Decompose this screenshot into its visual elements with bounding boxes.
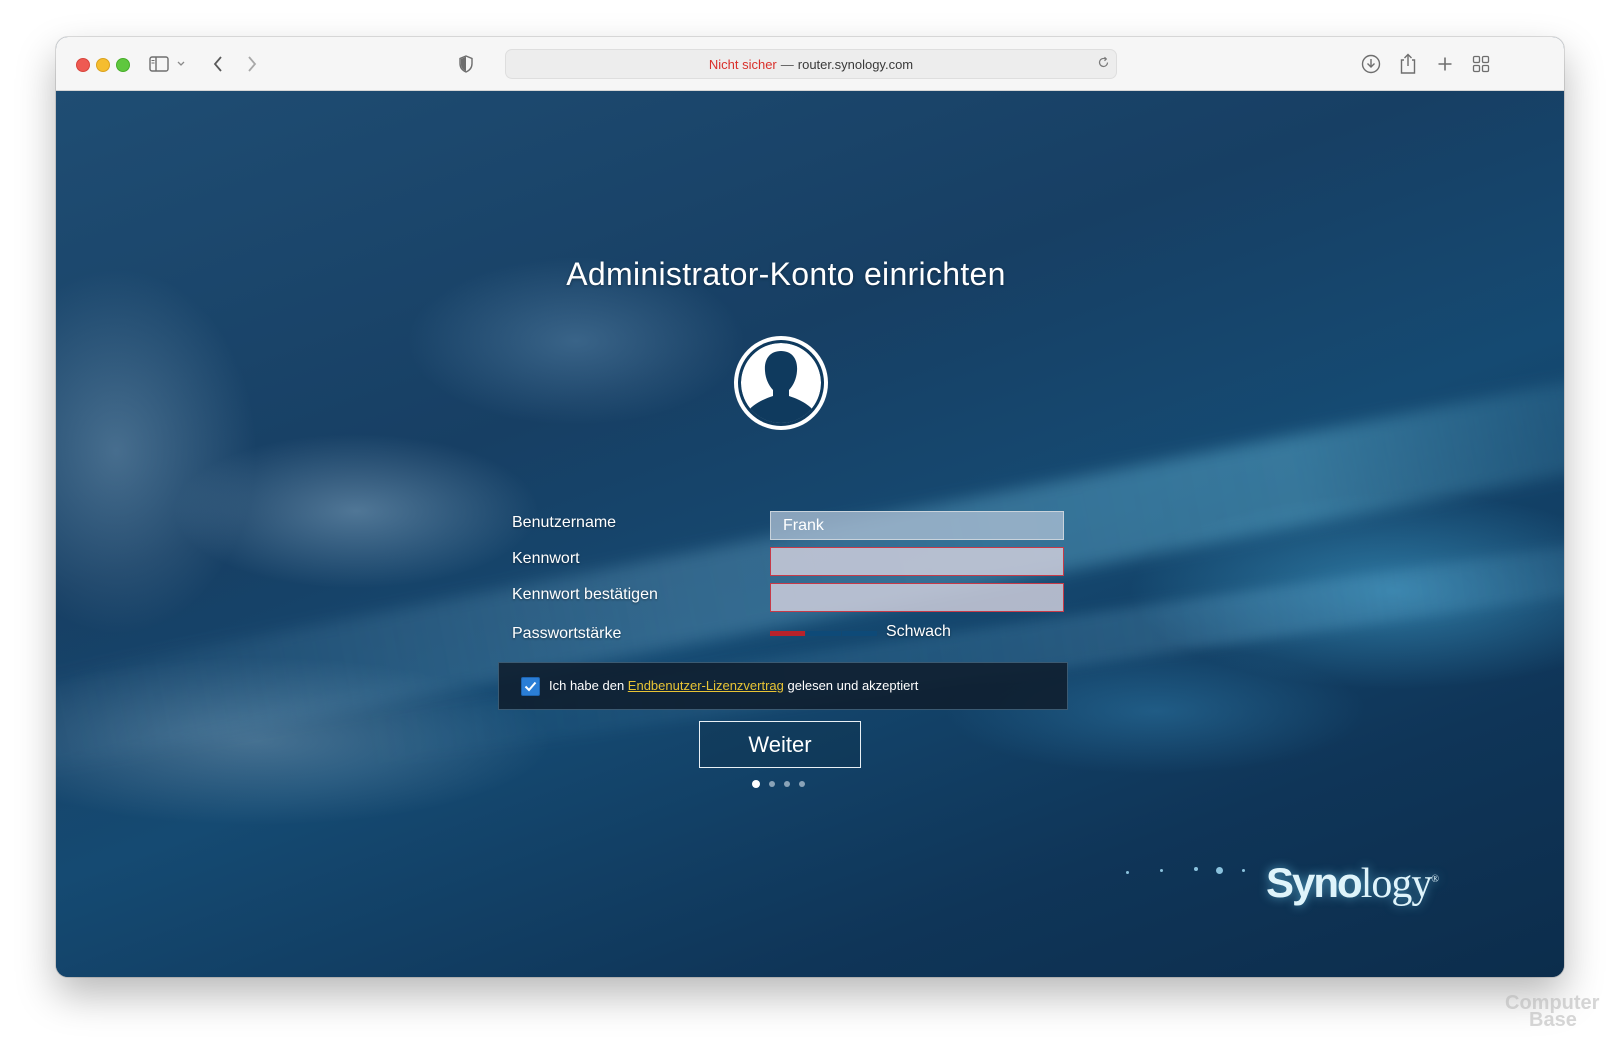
reload-icon[interactable]	[1097, 56, 1110, 72]
step-dot-active	[752, 780, 760, 788]
password-strength-bar	[770, 631, 877, 636]
not-secure-label: Nicht sicher	[708, 56, 777, 72]
username-label: Benutzername	[512, 514, 617, 531]
privacy-shield-icon[interactable]	[454, 52, 478, 76]
back-icon[interactable]	[206, 52, 230, 76]
license-text: Ich habe den Endbenutzer-Lizenzvertrag g…	[549, 678, 918, 693]
password-strength-value: Schwach	[886, 623, 951, 640]
user-avatar-icon	[732, 334, 830, 432]
strength-segment	[770, 631, 805, 636]
step-indicator	[752, 780, 805, 788]
sparkle	[1216, 867, 1223, 874]
sparkle	[1242, 869, 1245, 872]
password-strength-label: Passwortstärke	[512, 625, 622, 642]
share-icon[interactable]	[1396, 52, 1420, 76]
url-separator: —	[780, 56, 794, 72]
next-button[interactable]: Weiter	[699, 721, 861, 768]
sparkle	[1194, 867, 1198, 871]
minimize-window-button[interactable]	[96, 58, 110, 72]
synology-logo: Synology®	[1266, 859, 1439, 908]
address-bar[interactable]: Nicht sicher — router.synology.com	[505, 49, 1117, 79]
browser-toolbar: Nicht sicher — router.synology.com	[56, 37, 1564, 91]
username-input[interactable]	[770, 511, 1064, 540]
computerbase-watermark: Computer Base	[1505, 993, 1599, 1031]
sidebar-toggle-icon[interactable]	[147, 52, 171, 76]
downloads-icon[interactable]	[1359, 52, 1383, 76]
new-tab-icon[interactable]	[1433, 52, 1457, 76]
eula-link[interactable]: Endbenutzer-Lizenzvertrag	[628, 678, 784, 693]
close-window-button[interactable]	[76, 58, 90, 72]
tab-overview-icon[interactable]	[1469, 52, 1493, 76]
setup-page: Administrator-Konto einrichten Benutzern…	[56, 91, 1564, 977]
step-dot	[799, 781, 805, 787]
license-text-suffix: gelesen und akzeptiert	[783, 678, 919, 693]
page-title: Administrator-Konto einrichten	[566, 256, 1006, 292]
url-host: router.synology.com	[797, 56, 914, 72]
step-dot	[784, 781, 790, 787]
license-accept-checkbox[interactable]	[521, 677, 540, 696]
logo-mark: ®	[1431, 874, 1439, 885]
license-text-prefix: Ich habe den	[549, 678, 628, 693]
chevron-down-icon[interactable]	[173, 52, 189, 76]
sparkle	[1126, 871, 1129, 874]
fullscreen-window-button[interactable]	[116, 58, 130, 72]
browser-window: Nicht sicher — router.synology.com Admin…	[56, 37, 1564, 977]
logo-text-bold: Syno	[1266, 859, 1363, 906]
step-dot	[769, 781, 775, 787]
strength-segment	[806, 631, 841, 636]
password-input[interactable]	[770, 547, 1064, 576]
logo-text: logy	[1360, 861, 1433, 907]
license-agreement-box: Ich habe den Endbenutzer-Lizenzvertrag g…	[498, 662, 1068, 710]
forward-icon[interactable]	[240, 52, 264, 76]
strength-segment	[842, 631, 877, 636]
password-label: Kennwort	[512, 550, 580, 567]
password-confirm-input[interactable]	[770, 583, 1064, 612]
password-confirm-label: Kennwort bestätigen	[512, 586, 658, 603]
sparkle	[1160, 869, 1163, 872]
watermark-line2: Base	[1529, 1009, 1577, 1031]
